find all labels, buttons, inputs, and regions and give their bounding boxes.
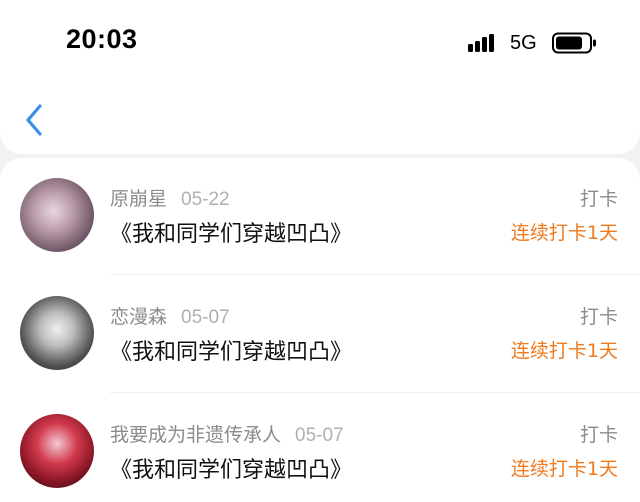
status-time: 20:03 — [66, 24, 138, 54]
screen: 20:03 5G 原崩星 05-22 《我和同学们穿越凹凸》 打卡 连续打卡1天 — [0, 0, 640, 502]
book-title[interactable]: 《我和同学们穿越凹凸》 — [110, 452, 352, 484]
list-item[interactable]: 恋漫森 05-07 《我和同学们穿越凹凸》 打卡 连续打卡1天 — [0, 276, 640, 392]
streak-label: 连续打卡1天 — [510, 458, 618, 480]
entry-date: 05-07 — [295, 425, 344, 446]
checkin-list: 原崩星 05-22 《我和同学们穿越凹凸》 打卡 连续打卡1天 恋漫森 05-07 … — [0, 158, 640, 502]
entry-date: 05-22 — [181, 189, 230, 210]
chevron-left-icon — [26, 104, 42, 136]
username[interactable]: 恋漫森 — [110, 306, 167, 328]
signal-icon — [468, 34, 494, 52]
avatar[interactable] — [20, 296, 94, 370]
username[interactable]: 我要成为非遗传承人 — [110, 424, 281, 446]
avatar[interactable] — [20, 414, 94, 488]
battery-icon — [552, 32, 596, 54]
streak-label: 连续打卡1天 — [510, 340, 618, 362]
divider — [110, 392, 640, 393]
entry-meta: 我要成为非遗传承人 05-07 — [110, 420, 344, 448]
book-title[interactable]: 《我和同学们穿越凹凸》 — [110, 216, 352, 248]
back-button[interactable] — [20, 100, 50, 140]
entry-date: 05-07 — [181, 307, 230, 328]
checkin-button[interactable]: 打卡 — [580, 302, 618, 329]
divider — [110, 274, 640, 275]
network-label: 5G — [510, 32, 537, 54]
checkin-button[interactable]: 打卡 — [580, 184, 618, 211]
username[interactable]: 原崩星 — [110, 188, 167, 210]
header: 20:03 5G — [0, 0, 640, 154]
list-item[interactable]: 我要成为非遗传承人 05-07 《我和同学们穿越凹凸》 打卡 连续打卡1天 — [0, 394, 640, 502]
checkin-button[interactable]: 打卡 — [580, 420, 618, 447]
entry-meta: 原崩星 05-22 — [110, 184, 230, 212]
entry-meta: 恋漫森 05-07 — [110, 302, 230, 330]
book-title[interactable]: 《我和同学们穿越凹凸》 — [110, 334, 352, 366]
list-item[interactable]: 原崩星 05-22 《我和同学们穿越凹凸》 打卡 连续打卡1天 — [0, 158, 640, 274]
streak-label: 连续打卡1天 — [510, 222, 618, 244]
avatar[interactable] — [20, 178, 94, 252]
